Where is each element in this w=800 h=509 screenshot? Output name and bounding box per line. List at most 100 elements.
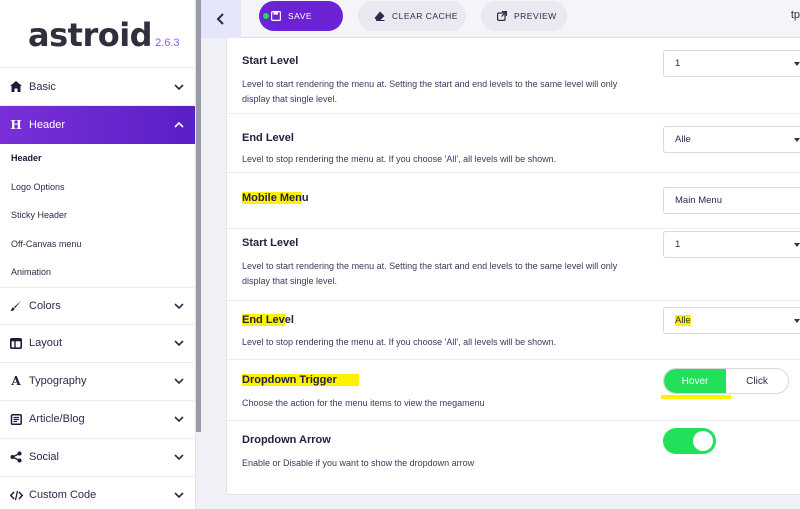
field-label: Mobile Menu — [242, 192, 309, 204]
font-icon: A — [11, 374, 21, 388]
dropdown-arrow-toggle[interactable] — [663, 428, 716, 454]
back-button[interactable] — [201, 0, 241, 38]
chevron-left-icon — [216, 13, 224, 25]
select-value: 1 — [675, 239, 681, 250]
header-submenu: Header Logo Options Sticky Header Off-Ca… — [0, 144, 195, 287]
select-value: Alle — [675, 134, 691, 145]
sidebar-item-label: Custom Code — [29, 489, 97, 501]
field-description: Level to start rendering the menu at. Se… — [242, 261, 618, 286]
chevron-down-icon — [174, 302, 184, 309]
field-mobile-end-level: End Level Level to stop rendering the me… — [227, 301, 800, 360]
preview-button[interactable]: Preview — [481, 1, 567, 31]
sidebar-item-social[interactable]: Social — [0, 439, 195, 477]
preview-label: Preview — [514, 11, 557, 21]
option-hover[interactable]: Hover — [664, 369, 726, 393]
sidebar-item-label: Article/Blog — [29, 413, 85, 425]
field-dropdown-trigger: Dropdown Trigger Choose the action for t… — [227, 360, 800, 421]
layout-icon — [9, 336, 23, 350]
highlighted-text: Mobile Men — [242, 192, 302, 204]
chevron-down-icon — [174, 340, 184, 347]
sidebar-item-label: Basic — [29, 80, 56, 93]
chevron-down-icon — [174, 416, 184, 423]
select-value: Alle — [675, 315, 691, 326]
mobile-menu-input[interactable]: Main Menu — [663, 187, 800, 214]
heading-icon: H — [10, 118, 22, 132]
user-label[interactable]: tp — [791, 9, 800, 21]
toggle-knob — [693, 431, 713, 451]
caret-down-icon — [794, 243, 800, 247]
eraser-icon — [374, 11, 385, 21]
end-level-select[interactable]: Alle — [663, 126, 800, 153]
sidebar-item-custom-code[interactable]: Custom Code — [0, 477, 195, 509]
sidebar-item-label: Layout — [29, 337, 63, 349]
clear-cache-button[interactable]: Clear Cache — [358, 1, 466, 31]
settings-panel: Start Level Level to start rendering the… — [226, 38, 800, 495]
top-toolbar: Save Clear Cache Preview tp — [201, 0, 800, 38]
brush-icon — [9, 299, 23, 313]
sidebar-item-label: Social — [29, 451, 59, 463]
sidebar-item-header[interactable]: H Header — [0, 106, 195, 144]
logo-text: astroid — [28, 16, 153, 54]
chevron-down-icon — [174, 83, 184, 90]
sidebar-scrollbar-track — [196, 432, 201, 509]
field-description: Enable or Disable if you want to show th… — [242, 458, 475, 468]
field-description: Level to stop rendering the menu at. If … — [242, 154, 557, 164]
share-icon — [9, 450, 23, 464]
chevron-down-icon — [174, 378, 184, 385]
sidebar: astroid 2.6.3 Basic H Header Header Logo… — [0, 0, 196, 509]
home-icon — [9, 80, 23, 94]
caret-down-icon — [794, 62, 800, 66]
label-rest: u — [301, 192, 309, 204]
status-dot — [263, 13, 269, 19]
mobile-start-level-select[interactable]: 1 — [663, 231, 800, 258]
clear-cache-label: Clear Cache — [392, 11, 458, 21]
mobile-end-level-select[interactable]: Alle — [663, 307, 800, 334]
field-label: Start Level — [242, 55, 299, 67]
sidebar-item-article-blog[interactable]: Article/Blog — [0, 401, 195, 439]
field-label: End Level — [242, 132, 294, 144]
field-description: Choose the action for the menu items to … — [242, 398, 485, 408]
chevron-down-icon — [174, 492, 184, 499]
sidebar-item-label: Typography — [29, 375, 87, 387]
sidebar-item-layout[interactable]: Layout — [0, 325, 195, 363]
highlight-mark — [661, 395, 731, 399]
field-mobile-start-level: Start Level Level to start rendering the… — [227, 229, 800, 301]
start-level-select[interactable]: 1 — [663, 50, 800, 77]
field-end-level: End Level Level to stop rendering the me… — [227, 114, 800, 173]
code-icon — [9, 488, 23, 502]
save-button-label: Save — [288, 11, 313, 21]
sidebar-item-colors[interactable]: Colors — [0, 286, 195, 325]
version-label: 2.6.3 — [155, 37, 180, 49]
field-label: Start Level — [242, 237, 299, 249]
submenu-item-off-canvas[interactable]: Off-Canvas menu — [0, 230, 195, 259]
submenu-item-header[interactable]: Header — [0, 144, 195, 173]
save-icon — [271, 11, 281, 21]
highlighted-text: Dropdown Trigger — [242, 374, 359, 386]
option-click[interactable]: Click — [726, 369, 788, 393]
sidebar-item-typography[interactable]: A Typography — [0, 363, 195, 401]
submenu-item-animation[interactable]: Animation — [0, 258, 195, 287]
field-description: Level to stop rendering the menu at. If … — [242, 337, 557, 347]
chevron-down-icon — [174, 454, 184, 461]
sidebar-item-label: Header — [29, 119, 66, 131]
article-icon — [9, 412, 23, 426]
field-label: End Level — [242, 314, 294, 326]
caret-down-icon — [794, 138, 800, 142]
field-dropdown-arrow: Dropdown Arrow Enable or Disable if you … — [227, 421, 800, 495]
sidebar-item-basic[interactable]: Basic — [0, 68, 195, 106]
field-description: Level to start rendering the menu at. Se… — [242, 79, 618, 104]
external-link-icon — [497, 11, 507, 21]
field-label: Dropdown Arrow — [242, 434, 331, 446]
logo: astroid 2.6.3 — [0, 0, 195, 68]
chevron-up-icon — [174, 121, 184, 128]
caret-down-icon — [794, 319, 800, 323]
dropdown-trigger-segmented: Hover Click — [663, 368, 789, 394]
submenu-item-logo-options[interactable]: Logo Options — [0, 173, 195, 202]
select-value: 1 — [675, 58, 681, 69]
save-button[interactable]: Save — [259, 1, 343, 31]
field-start-level: Start Level Level to start rendering the… — [227, 38, 800, 114]
highlighted-text: End Lev — [242, 314, 285, 326]
submenu-item-sticky-header[interactable]: Sticky Header — [0, 201, 195, 230]
field-label: Dropdown Trigger — [242, 374, 359, 386]
sidebar-item-label: Colors — [29, 299, 61, 312]
